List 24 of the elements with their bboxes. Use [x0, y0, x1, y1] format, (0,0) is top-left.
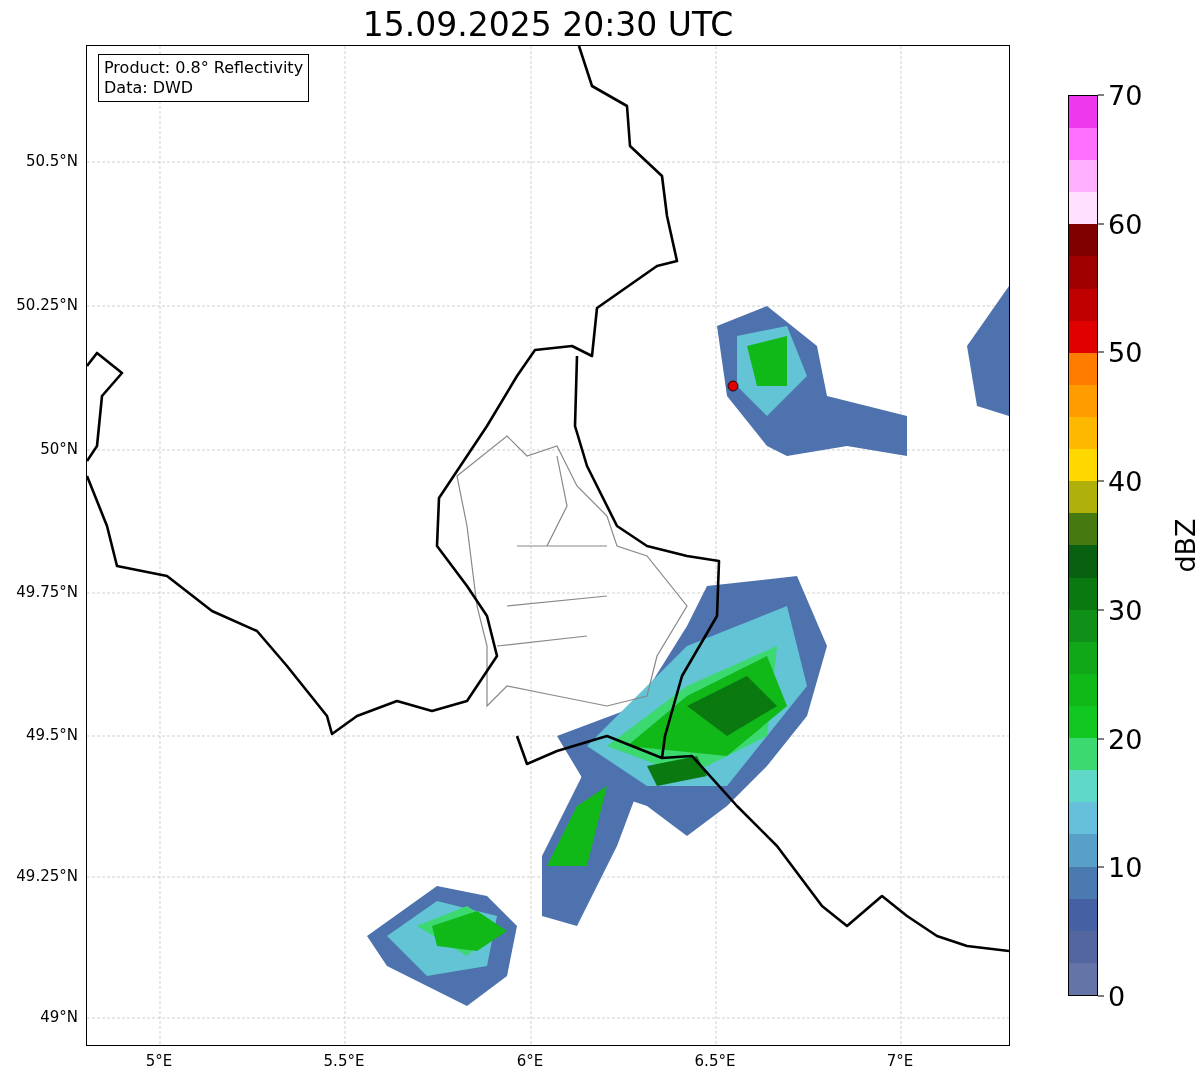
- longitude-label: 7°E: [886, 1052, 914, 1070]
- latitude-label: 50.25°N: [16, 296, 78, 314]
- latitude-label: 49°N: [40, 1008, 78, 1026]
- chart-title: 15.09.2025 20:30 UTC: [362, 5, 734, 45]
- colorbar-label: dBZ: [1169, 518, 1201, 573]
- longitude-label: 6.5°E: [694, 1052, 736, 1070]
- longitude-label: 5.5°E: [323, 1052, 365, 1070]
- latitude-label: 50°N: [40, 440, 78, 458]
- colorbar-tick-label: 10: [1108, 851, 1143, 883]
- colorbar-tick-label: 40: [1108, 465, 1143, 497]
- latitude-label: 49.5°N: [25, 726, 78, 744]
- colorbar-tick-label: 50: [1108, 336, 1143, 368]
- longitude-label: 5°E: [145, 1052, 173, 1070]
- latitude-label: 49.25°N: [16, 867, 78, 885]
- colorbar-tick-label: 20: [1108, 723, 1143, 755]
- longitude-label: 6°E: [516, 1052, 544, 1070]
- colorbar-tick-label: 0: [1108, 980, 1126, 1012]
- info-text: Data: DWD: [104, 78, 195, 98]
- info-text: Product: 0.8° Reflectivity: [104, 58, 304, 78]
- latitude-label: 49.75°N: [16, 583, 78, 601]
- colorbar-tick-label: 70: [1108, 79, 1143, 111]
- colorbar-tick-label: 30: [1108, 594, 1143, 626]
- colorbar-tick-label: 60: [1108, 208, 1143, 240]
- latitude-label: 50.5°N: [25, 152, 78, 170]
